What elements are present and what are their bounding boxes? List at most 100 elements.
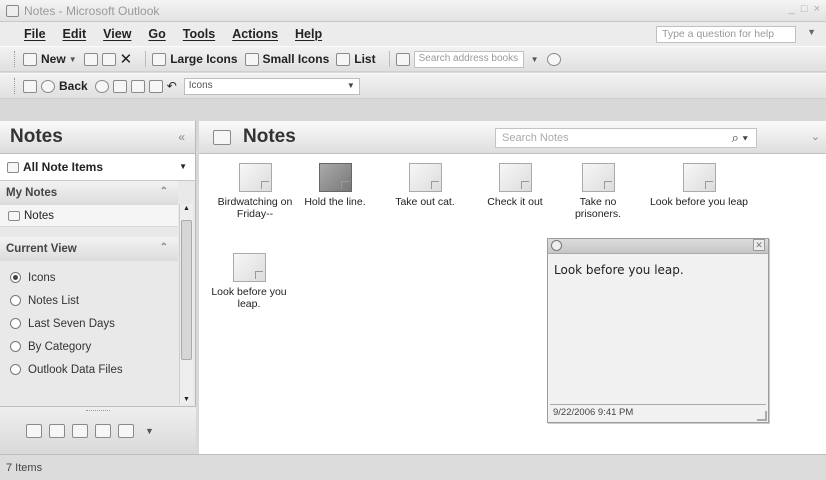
view-option-label: By Category [28,340,92,353]
current-view-header[interactable]: Current View ⌃ [0,237,178,261]
notes-folder-icon [213,129,231,145]
large-icons-icon[interactable] [152,52,167,66]
view-option-by-category[interactable]: By Category [0,335,178,358]
note-item[interactable]: Take no prisoners. [560,163,636,220]
delete-icon[interactable]: ✕ [120,50,133,68]
nav-item-notes-label: Notes [24,209,55,222]
note-item[interactable]: Take out cat. [375,163,475,208]
menu-actions[interactable]: Actions [232,27,278,41]
folder-list-icon[interactable] [130,79,145,93]
chevron-down-icon: ▼ [179,162,187,171]
note-icon [498,163,532,192]
minimize-icon[interactable]: _ [789,3,795,15]
note-title: Look before you leap. [211,286,287,310]
print-icon[interactable] [83,52,98,66]
address-book-search-input[interactable]: Search address books [413,50,524,68]
notes-icon[interactable] [118,423,134,438]
move-to-folder-icon[interactable] [101,52,116,66]
search-icon[interactable]: ⌕ ▾ [732,130,748,146]
notes-folder-icon [7,161,19,173]
menu-edit[interactable]: Edit [63,27,87,41]
small-icons-button[interactable]: Small Icons [263,52,330,66]
new-button-label: New [41,52,66,66]
my-notes-header[interactable]: My Notes ⌃ [0,181,178,205]
radio-unselected[interactable] [10,341,21,352]
scroll-up-icon[interactable]: ▲ [183,205,190,212]
menu-view[interactable]: View [103,27,131,41]
radio-unselected[interactable] [10,295,21,306]
back-icon [41,79,55,93]
note-text[interactable]: Look before you leap. [548,254,768,286]
note-item[interactable]: Check it out [465,163,565,208]
nav-resize-grip[interactable] [86,410,110,412]
search-notes-input[interactable]: Search Notes ⌕ ▾ [495,128,757,148]
nav-item-notes[interactable]: Notes [0,205,178,227]
collapse-section-icon[interactable]: ⌃ [160,186,168,197]
small-icons-label: Small Icons [262,52,330,66]
toolbar-grip[interactable] [14,78,17,94]
help-icon[interactable] [546,52,561,66]
list-icon[interactable] [336,52,351,66]
maximize-icon[interactable]: □ [801,3,808,15]
note-window-titlebar[interactable]: ✕ [548,239,768,254]
all-note-items-selector[interactable]: All Note Items ▼ [0,154,195,181]
note-icon [318,163,352,192]
large-icons-button[interactable]: Large Icons [170,52,237,66]
close-icon[interactable]: × [814,3,820,15]
note-menu-icon[interactable] [551,240,562,251]
radio-unselected[interactable] [10,364,21,375]
mail-icon[interactable] [26,423,42,438]
new-button[interactable]: New ▼ [23,52,77,66]
expand-query-icon[interactable]: ⌄ [811,130,820,143]
toolbar-grip[interactable] [14,51,17,67]
open-note-window[interactable]: ✕ Look before you leap. 9/22/2006 9:41 P… [547,238,769,423]
note-item[interactable]: Hold the line. [285,163,385,208]
menu-go[interactable]: Go [148,27,165,41]
view-option-label: Notes List [28,294,80,307]
outlook-today-icon[interactable] [23,79,37,93]
configure-buttons-icon[interactable]: ▼ [145,426,154,436]
resize-grip-icon[interactable] [757,411,767,421]
standard-toolbar: New ▼ ✕ Large Icons Small Icons List Sea… [0,46,826,72]
nav-module-buttons: ▼ [0,406,196,454]
list-button[interactable]: List [354,52,375,66]
help-search-input[interactable]: Type a question for help [656,26,796,43]
new-dropdown-icon[interactable]: ▼ [69,55,77,64]
address-book-icon[interactable] [395,52,410,66]
menu-help[interactable]: Help [295,27,322,41]
small-icons-icon[interactable] [244,52,259,66]
outlook-app-icon [6,4,19,17]
view-title: Notes [243,126,296,147]
calendar-icon[interactable] [49,423,65,438]
print-preview-icon[interactable] [148,79,163,93]
address-dropdown-icon[interactable]: ▼ [531,55,539,64]
window-title: Notes - Microsoft Outlook [24,3,160,18]
note-item[interactable]: Look before you leap. [199,253,299,310]
forward-icon[interactable] [94,79,109,93]
menu-tools[interactable]: Tools [183,27,215,41]
view-dropdown-icon: ▼ [346,80,355,90]
contacts-icon[interactable] [72,423,88,438]
radio-selected[interactable] [10,272,21,283]
collapse-nav-icon[interactable]: « [178,130,185,144]
note-item[interactable]: Look before you leap [647,163,751,208]
menu-file[interactable]: File [24,27,46,41]
close-icon[interactable]: ✕ [753,239,765,251]
tasks-icon[interactable] [95,423,111,438]
scroll-down-icon[interactable]: ▼ [183,396,190,403]
view-option-notes-list[interactable]: Notes List [0,289,178,312]
up-one-level-icon[interactable] [112,79,127,93]
radio-unselected[interactable] [10,318,21,329]
help-dropdown-icon[interactable]: ▼ [807,27,816,37]
collapse-section-icon[interactable]: ⌃ [160,242,168,253]
back-button[interactable]: Back [41,79,88,93]
undo-icon[interactable]: ↶ [167,79,177,93]
current-view-value: Icons [188,79,213,91]
view-option-last-seven-days[interactable]: Last Seven Days [0,312,178,335]
view-option-outlook-data-files[interactable]: Outlook Data Files [0,358,178,381]
large-icons-label: Large Icons [170,52,238,66]
scroll-thumb[interactable] [181,220,192,360]
current-view-select[interactable]: Icons ▼ [183,77,360,95]
nav-scrollbar[interactable]: ▲ ▼ [179,204,193,404]
view-option-icons[interactable]: Icons [0,266,178,289]
